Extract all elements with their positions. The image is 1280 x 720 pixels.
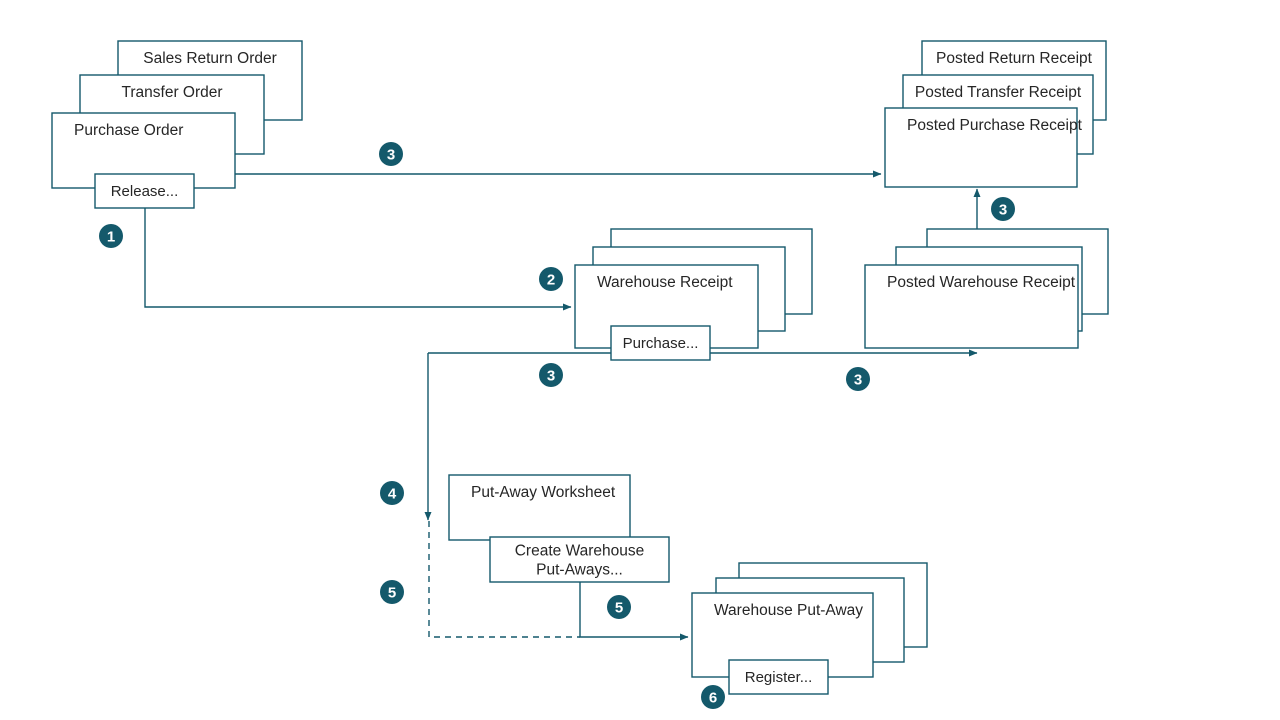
card-register-action[interactable]: Register... xyxy=(728,659,829,695)
card-label-purchase-action: Purchase... xyxy=(623,335,699,352)
connector-release-to-warehouse-receipt xyxy=(144,208,572,311)
badge-label: 3 xyxy=(854,372,862,389)
step-badge-5-badge-5b: 5 xyxy=(607,595,631,619)
card-label-purchase-order: Purchase Order xyxy=(74,122,183,139)
badge-label: 3 xyxy=(547,368,555,385)
badge-label: 4 xyxy=(388,486,397,503)
step-badge-3-badge-3b: 3 xyxy=(991,197,1015,221)
badge-label: 1 xyxy=(107,229,115,246)
card-label-posted-purchase-receipt: Posted Purchase Receipt xyxy=(907,117,1083,134)
badge-label: 2 xyxy=(547,272,555,289)
card-label-posted-warehouse-receipt: Posted Warehouse Receipt xyxy=(887,274,1076,291)
connector-create-put-aways-to-warehouse-put-away xyxy=(579,582,689,641)
step-badge-3-badge-3c: 3 xyxy=(539,363,563,387)
badge-label: 3 xyxy=(999,202,1007,219)
badge-label: 5 xyxy=(615,600,623,617)
card-put-away-worksheet[interactable]: Put-Away Worksheet xyxy=(448,474,631,541)
step-badge-1-badge-1: 1 xyxy=(99,224,123,248)
flow-diagram-canvas: Sales Return Order Transfer Order Purchase… xyxy=(51,40,1109,709)
badge-label: 5 xyxy=(388,585,396,602)
step-badge-3-badge-3d: 3 xyxy=(846,367,870,391)
card-create-wh-put-aways[interactable]: Create Warehouse Put-Aways... xyxy=(489,536,670,583)
step-badge-2-badge-2: 2 xyxy=(539,267,563,291)
card-posted-warehouse-receipt[interactable]: Posted Warehouse Receipt xyxy=(864,264,1079,349)
card-release-action[interactable]: Release... xyxy=(94,173,195,209)
step-badge-3-badge-3a: 3 xyxy=(379,142,403,166)
card-purchase-action[interactable]: Purchase... xyxy=(610,325,711,361)
step-badge-6-badge-6: 6 xyxy=(701,685,725,709)
card-label-register-action: Register... xyxy=(745,669,813,686)
card-posted-purchase-receipt[interactable]: Posted Purchase Receipt xyxy=(884,107,1083,188)
card-label-release-action: Release... xyxy=(111,183,179,200)
step-badge-5-badge-5a: 5 xyxy=(380,580,404,604)
inbound-warehouse-flow-diagram: Sales Return Order Transfer Order Purchase… xyxy=(0,0,1280,720)
badge-label: 3 xyxy=(387,147,395,164)
card-label-warehouse-put-away: Warehouse Put-Away xyxy=(714,602,863,619)
card-label-posted-return-receipt: Posted Return Receipt xyxy=(936,50,1093,67)
card-label-sales-return-order: Sales Return Order xyxy=(143,50,277,67)
badge-label: 6 xyxy=(709,690,717,707)
card-label-warehouse-receipt: Warehouse Receipt xyxy=(597,274,733,291)
step-badge-4-badge-4: 4 xyxy=(380,481,404,505)
card-label-transfer-order: Transfer Order xyxy=(121,84,222,101)
card-label-posted-transfer-receipt: Posted Transfer Receipt xyxy=(915,84,1082,101)
card-label-put-away-worksheet: Put-Away Worksheet xyxy=(471,484,616,501)
